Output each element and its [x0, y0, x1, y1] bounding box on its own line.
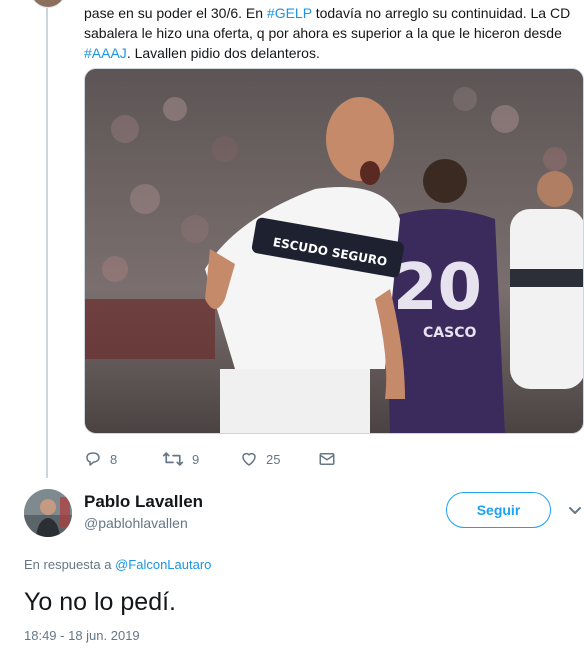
retweet-count: 9 — [192, 451, 200, 467]
author-handle[interactable]: @pablohlavallen — [84, 515, 188, 531]
like-action[interactable]: 25 — [240, 450, 318, 468]
avatar-photo — [24, 489, 72, 537]
retweet-action[interactable]: 9 — [162, 450, 240, 468]
tweet-timestamp[interactable]: 18:49 - 18 jun. 2019 — [24, 628, 140, 643]
football-celebration-photo: 20 CASCO ESCUDO SEGURO — [85, 69, 583, 433]
hashtag-link[interactable]: #AAAJ — [84, 45, 127, 61]
reply-count: 8 — [110, 451, 118, 467]
author-name[interactable]: Pablo Lavallen — [84, 492, 203, 512]
in-reply-prefix: En respuesta a — [24, 557, 112, 572]
message-icon — [319, 453, 335, 465]
opponent-jersey-number: 20 — [393, 251, 482, 325]
tweet-text: pase en su poder el 30/6. En #GELP todav… — [84, 3, 579, 63]
reply-icon — [86, 452, 100, 466]
author-avatar[interactable] — [24, 489, 72, 537]
like-icon — [242, 452, 256, 466]
like-count: 25 — [266, 451, 281, 467]
tweet-photo[interactable]: 20 CASCO ESCUDO SEGURO — [84, 68, 584, 434]
thread-line — [46, 8, 48, 478]
previous-author-avatar[interactable] — [30, 0, 66, 8]
retweet-icon — [162, 452, 184, 466]
in-reply-user-link[interactable]: @FalconLautaro — [115, 557, 211, 572]
direct-message-action[interactable] — [318, 450, 396, 468]
tweet-actions: 8 9 25 — [84, 448, 396, 470]
in-reply-to: En respuesta a @FalconLautaro — [24, 557, 211, 572]
tweet-text-segment: pase en su poder el 30/6. En — [84, 5, 267, 21]
hashtag-link[interactable]: #GELP — [267, 5, 312, 21]
reply-action[interactable]: 8 — [84, 450, 162, 468]
follow-button[interactable]: Seguir — [446, 492, 551, 528]
reply-tweet-text: Yo no lo pedí. — [24, 588, 176, 616]
tweet-text-segment: . Lavallen pidio dos delanteros. — [126, 45, 320, 61]
chevron-down-icon[interactable] — [568, 504, 582, 518]
opponent-jersey-name: CASCO — [423, 325, 476, 341]
